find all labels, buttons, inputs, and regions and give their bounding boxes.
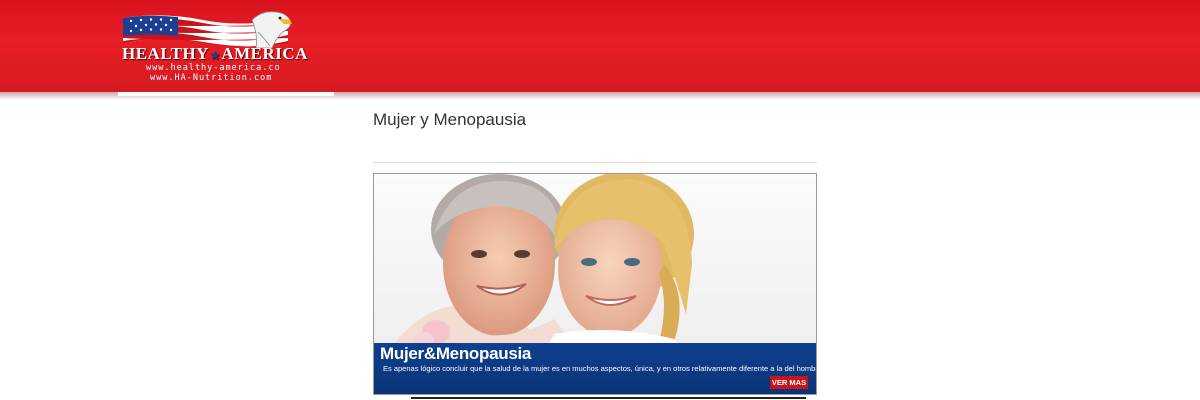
ver-mas-button[interactable]: VER MAS bbox=[770, 376, 808, 389]
title-divider bbox=[373, 162, 817, 163]
primary-url[interactable]: www.healthy-america.co bbox=[146, 63, 281, 73]
banner-description: Es apenas lógico concluir que la salud d… bbox=[383, 364, 817, 373]
page-title: Mujer y Menopausia bbox=[373, 110, 527, 129]
site-header: HEALTHY★AMERICA www.healthy-america.co w… bbox=[0, 0, 1200, 92]
brand-right-word: AMERICA bbox=[221, 44, 308, 63]
sidebar-strip bbox=[118, 92, 334, 96]
secondary-url[interactable]: www.HA-Nutrition.com bbox=[150, 73, 272, 83]
star-icon: ★ bbox=[209, 49, 221, 62]
brand-left-word: HEALTHY bbox=[122, 44, 209, 63]
healthy-america-logo[interactable]: HEALTHY★AMERICA www.healthy-america.co w… bbox=[120, 8, 308, 83]
banner-caption-bar: Mujer&Menopausia Es apenas lógico conclu… bbox=[374, 343, 816, 394]
eagle-icon bbox=[251, 11, 292, 48]
women-photo bbox=[374, 174, 816, 344]
banner-title: Mujer&Menopausia bbox=[380, 344, 532, 363]
brand-name: HEALTHY★AMERICA bbox=[122, 44, 308, 64]
menopause-banner[interactable]: Mujer&Menopausia Es apenas lógico conclu… bbox=[373, 173, 817, 395]
bottom-rule bbox=[411, 397, 806, 399]
